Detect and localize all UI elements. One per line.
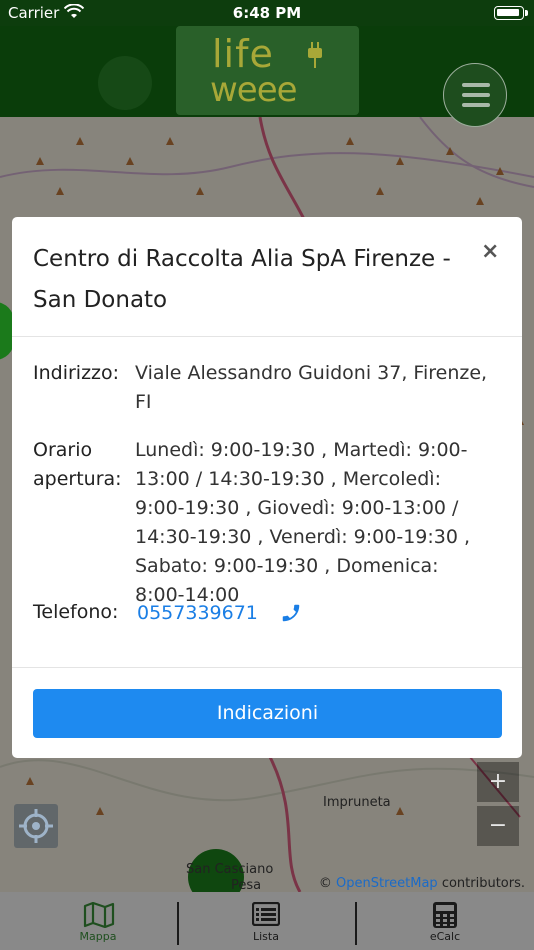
- app-logo: life weee: [176, 26, 359, 115]
- map-attribution: © OpenStreetMap contributors.: [319, 876, 525, 891]
- status-bar: Carrier 6:48 PM: [0, 0, 534, 26]
- directions-button[interactable]: Indicazioni: [33, 689, 502, 738]
- bottom-tab-bar: Mappa Lista eCalc: [0, 892, 534, 950]
- map-place-label: Pesa: [231, 878, 262, 893]
- openstreetmap-link[interactable]: OpenStreetMap: [336, 876, 438, 891]
- hamburger-menu-icon-bar: [462, 103, 490, 107]
- battery-icon: [494, 6, 524, 20]
- phone-icon[interactable]: [280, 602, 302, 624]
- tab-label-ecalc: eCalc: [429, 930, 461, 943]
- address-label: Indirizzo:: [33, 362, 120, 384]
- zoom-out-button[interactable]: −: [477, 806, 519, 846]
- list-icon: [252, 902, 280, 926]
- tab-label-mappa: Mappa: [79, 930, 117, 943]
- hours-label-line2: apertura:: [33, 468, 122, 490]
- tab-lista[interactable]: Lista: [177, 892, 355, 950]
- battery-tip: [525, 10, 528, 16]
- menu-button[interactable]: [443, 63, 507, 127]
- zoom-in-button[interactable]: +: [477, 762, 519, 802]
- locate-me-button[interactable]: [14, 804, 58, 848]
- crosshair-icon: [19, 809, 53, 843]
- hours-label-line1: Orario: [33, 439, 93, 461]
- tab-label-lista: Lista: [253, 930, 279, 943]
- map-icon: [83, 902, 115, 928]
- map-place-label: San Casciano: [186, 862, 274, 877]
- tab-ecalc[interactable]: eCalc: [356, 892, 534, 950]
- app-header: life weee: [0, 26, 534, 127]
- attribution-copyright: ©: [318, 876, 332, 891]
- hamburger-menu-icon-bar: [462, 93, 490, 97]
- map-marker-icon: [98, 56, 152, 110]
- tab-mappa[interactable]: Mappa: [9, 892, 187, 950]
- hamburger-menu-icon: [462, 83, 490, 87]
- close-button[interactable]: ×: [481, 239, 499, 264]
- calculator-icon: [433, 902, 457, 928]
- phone-label: Telefono:: [33, 601, 119, 623]
- header-divider: [12, 336, 522, 337]
- modal-title: Centro di Raccolta Alia SpA Firenze - Sa…: [33, 246, 451, 313]
- hours-value: Lunedì: 9:00-19:30 , Martedì: 9:00-13:00…: [135, 439, 471, 606]
- address-value: Viale Alessandro Guidoni 37, Firenze, FI: [135, 362, 488, 413]
- plug-icon: [308, 42, 322, 68]
- clock: 6:48 PM: [232, 4, 302, 22]
- footer-divider: [12, 667, 522, 668]
- location-detail-modal: Centro di Raccolta Alia SpA Firenze - Sa…: [12, 217, 522, 758]
- attribution-suffix: contributors.: [441, 876, 525, 891]
- logo-text-weee: weee: [210, 70, 298, 110]
- map-place-label: Impruneta: [323, 795, 391, 810]
- phone-link[interactable]: 0557339671: [137, 599, 492, 628]
